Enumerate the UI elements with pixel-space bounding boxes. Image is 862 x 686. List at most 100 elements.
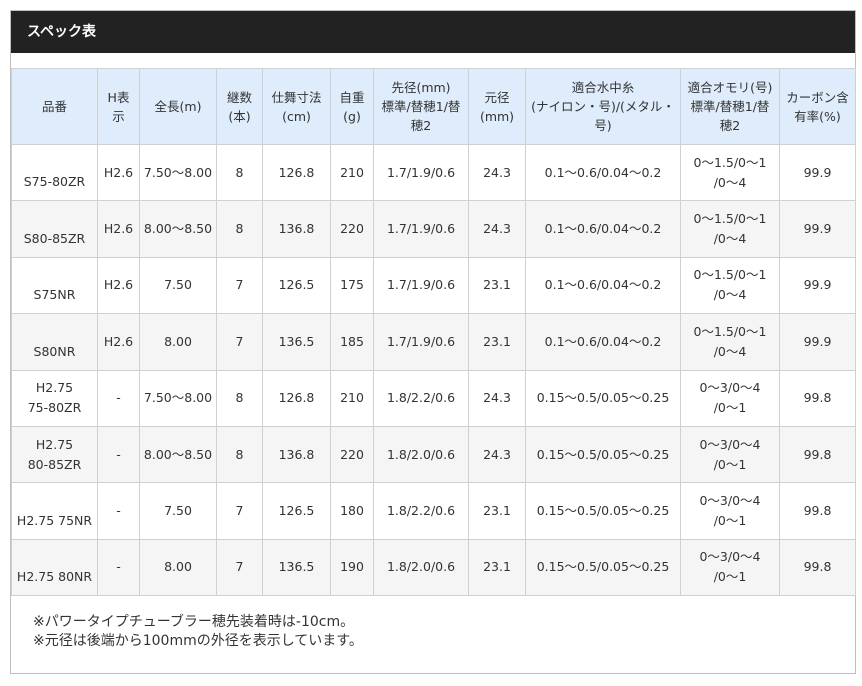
header-text: (cm)	[282, 108, 311, 124]
cell-closed-length: 136.5	[262, 313, 331, 371]
cell-text: 0〜3/0〜4	[699, 549, 761, 565]
cell-closed-length: 136.5	[262, 538, 331, 597]
cell-text: /0〜4	[713, 343, 747, 359]
cell-closed-length: 126.5	[262, 256, 331, 315]
cell-pieces: 8	[216, 143, 263, 202]
cell-tip-diameter: 1.8/2.0/0.6	[373, 425, 469, 484]
cell-h-display: -	[97, 369, 140, 427]
cell-text: /0〜1	[713, 513, 747, 529]
cell-tip-diameter: 1.7/1.9/0.6	[373, 313, 469, 371]
cell-text: /0〜4	[713, 174, 747, 190]
cell-weight: 210	[330, 143, 374, 202]
cell-pieces: 8	[216, 369, 263, 427]
cell-text: 0〜3/0〜4	[699, 436, 761, 452]
table-row: H2.75 80NR -8.00 7 136.5 190 1.8/2.0/0.6 23.1 0…	[11, 538, 856, 597]
cell-line: 0.15〜0.5/0.05〜0.25	[525, 425, 681, 484]
header-text: 示	[112, 108, 125, 124]
cell-text: S80-85ZR	[23, 230, 86, 246]
header-text: 適合オモリ(号)	[687, 80, 773, 95]
cell-weight: 210	[330, 369, 374, 427]
cell-text: /0〜1	[713, 569, 747, 585]
header-text: H表	[107, 89, 130, 105]
cell-butt-diameter: 24.3	[468, 143, 526, 202]
cell-h-display: H2.6	[97, 313, 140, 371]
table-row: H2.75 75-80ZR -7.50〜8.00 8 126.8 210 1.8/2.2/0…	[11, 369, 856, 427]
cell-line: 0.1〜0.6/0.04〜0.2	[525, 256, 681, 315]
cell-text: 0〜1.5/0〜1	[693, 267, 767, 283]
cell-closed-length: 126.8	[262, 369, 331, 427]
cell-pieces: 7	[216, 313, 263, 371]
cell-h-display: H2.6	[97, 256, 140, 315]
cell-line: 0.15〜0.5/0.05〜0.25	[525, 482, 681, 540]
cell-sinker: 0〜1.5/0〜1/0〜4	[680, 200, 780, 258]
header-text: 標準/替穂1/替	[381, 99, 461, 114]
cell-line: 0.1〜0.6/0.04〜0.2	[525, 143, 681, 202]
cell-tip-diameter: 1.7/1.9/0.6	[373, 143, 469, 202]
cell-text: /0〜4	[713, 287, 747, 303]
cell-closed-length: 136.8	[262, 425, 331, 484]
cell-text: H2.75 75NR	[16, 512, 93, 528]
cell-sinker: 0〜1.5/0〜1/0〜4	[680, 143, 780, 202]
cell-text: H2.75	[35, 436, 74, 452]
header-text: 標準/替穂1/替	[690, 99, 770, 114]
spec-panel: スペック表 品番 H表示全長(m) 継数 (本) 仕舞寸法 (cm) 自重 (g) 先径(mm)…	[10, 10, 856, 674]
cell-weight: 175	[330, 256, 374, 315]
cell-pieces: 7	[216, 482, 263, 540]
cell-tip-diameter: 1.7/1.9/0.6	[373, 200, 469, 258]
cell-sinker: 0〜3/0〜4/0〜1	[680, 538, 780, 597]
cell-carbon: 99.8	[779, 369, 856, 427]
cell-h-display: H2.6	[97, 143, 140, 202]
table-row: S75NR H2.6 7.50 7 126.5 175 1.7/1.9/0.6 23.1 0.1…	[11, 256, 856, 315]
cell-butt-diameter: 23.1	[468, 538, 526, 597]
cell-butt-diameter: 24.3	[468, 200, 526, 258]
col-header-line: 適合水中糸 (ナイロン・号)/(メタル・ 号)	[525, 68, 681, 145]
cell-h-display: -	[97, 482, 140, 540]
cell-total-length: 8.00	[139, 538, 217, 597]
cell-text: H2.75 80NR	[16, 569, 93, 585]
header-text: 全長(m)	[154, 99, 202, 114]
col-header-weight: 自重 (g)	[330, 68, 374, 145]
cell-line: 0.15〜0.5/0.05〜0.25	[525, 538, 681, 597]
cell-text: 0〜1.5/0〜1	[693, 323, 767, 339]
col-header-pieces: 継数 (本)	[216, 68, 263, 145]
cell-part-number: H2.75 80NR	[11, 538, 98, 597]
cell-part-number: H2.75 75NR	[11, 482, 98, 540]
cell-carbon: 99.9	[779, 256, 856, 315]
cell-weight: 220	[330, 425, 374, 484]
cell-closed-length: 126.5	[262, 482, 331, 540]
header-text: (ナイロン・号)/(メタル・	[531, 99, 675, 114]
header-text: 穂2	[410, 118, 432, 133]
cell-butt-diameter: 23.1	[468, 482, 526, 540]
cell-total-length: 8.00	[139, 313, 217, 371]
spec-table: 品番 H表示全長(m) 継数 (本) 仕舞寸法 (cm) 自重 (g) 先径(mm) 標準/替穂1…	[11, 68, 856, 597]
cell-text: /0〜1	[713, 400, 747, 416]
cell-closed-length: 126.8	[262, 143, 331, 202]
cell-text: /0〜4	[713, 231, 747, 247]
cell-total-length: 7.50〜8.00	[139, 143, 217, 202]
header-text: 穂2	[719, 118, 741, 133]
cell-butt-diameter: 23.1	[468, 313, 526, 371]
header-text: 品番	[41, 99, 67, 114]
cell-text: /0〜1	[713, 456, 747, 472]
footnote: ※パワータイプチューブラー穂先装着時は-10cm。	[33, 614, 355, 630]
spec-table-title: スペック表	[11, 11, 855, 53]
cell-carbon: 99.8	[779, 538, 856, 597]
table-row: S80-85ZR H2.6 8.00〜8.50 8 136.8 220 1.7/1.9/0.…	[11, 200, 856, 258]
cell-butt-diameter: 24.3	[468, 425, 526, 484]
cell-total-length: 8.00〜8.50	[139, 425, 217, 484]
header-text: 継数	[226, 89, 252, 105]
cell-carbon: 99.9	[779, 143, 856, 202]
cell-line: 0.1〜0.6/0.04〜0.2	[525, 313, 681, 371]
col-header-part-number: 品番	[11, 68, 98, 145]
cell-total-length: 8.00〜8.50	[139, 200, 217, 258]
header-text: (mm)	[479, 108, 515, 124]
cell-text: 0〜3/0〜4	[699, 493, 761, 509]
header-text: 号)	[594, 118, 612, 133]
cell-butt-diameter: 24.3	[468, 369, 526, 427]
cell-tip-diameter: 1.8/2.2/0.6	[373, 482, 469, 540]
header-text: カーボン含	[786, 89, 849, 105]
cell-h-display: H2.6	[97, 200, 140, 258]
cell-total-length: 7.50〜8.00	[139, 369, 217, 427]
table-row: S75-80ZR H2.6 7.50〜8.00 8 126.8 210 1.7/1.9/0.…	[11, 143, 856, 202]
footnote: ※元径は後端から100mmの外径を表示しています。	[33, 633, 363, 649]
